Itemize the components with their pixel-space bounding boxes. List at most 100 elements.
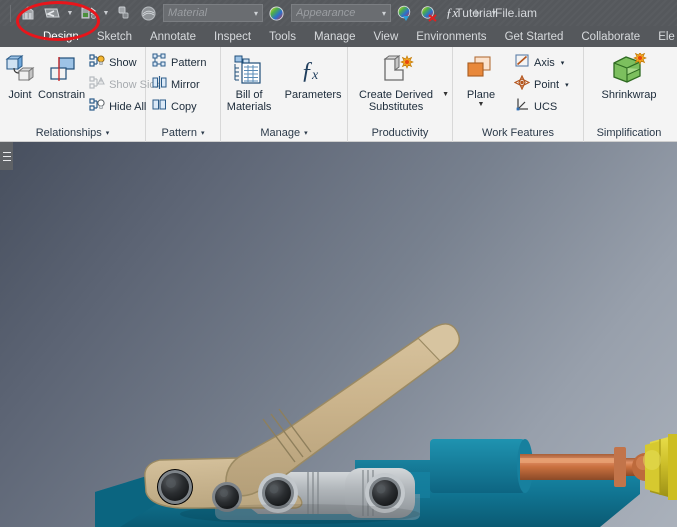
- chevron-down-icon[interactable]: ▾: [201, 129, 205, 137]
- show-label: Show: [109, 56, 137, 69]
- handle-line: [2, 159, 11, 161]
- pattern-small-commands: Pattern Mirror Copy: [149, 51, 209, 117]
- fx-parameters-icon[interactable]: ƒx: [441, 2, 463, 24]
- panel-label-text: Simplification: [596, 127, 662, 139]
- handle-line: [2, 151, 11, 153]
- chevron-down-icon[interactable]: ▾: [382, 9, 386, 18]
- tab-tools[interactable]: Tools: [260, 26, 305, 47]
- pattern-icon: [152, 53, 167, 73]
- model-browser-handle[interactable]: [0, 142, 13, 170]
- ribbon-tab-strip: Design Sketch Annotate Inspect Tools Man…: [0, 26, 677, 47]
- appearance-combo[interactable]: Appearance ▾: [291, 4, 391, 22]
- copy-button[interactable]: Copy: [149, 96, 209, 117]
- chevron-down-icon[interactable]: ▾: [304, 129, 308, 137]
- ucs-icon: [514, 97, 530, 117]
- chevron-down-icon[interactable]: ▼: [478, 101, 485, 108]
- bill-of-materials-button[interactable]: Bill of Materials: [224, 51, 274, 113]
- panel-label-productivity: Productivity: [351, 124, 449, 142]
- create-derived-substitutes-label: Create Derived Substitutes: [359, 89, 434, 113]
- tab-design[interactable]: Design: [34, 26, 88, 47]
- ribbon-panel-productivity: Create Derived Substitutes ▼ Productivit…: [348, 47, 453, 142]
- mirror-label: Mirror: [171, 78, 200, 91]
- mirror-icon: [152, 75, 167, 95]
- title-bar: ▼ ▼ Material ▾ Appearance ▾ ƒx + ▼ Tutor…: [0, 0, 677, 26]
- panel-label-text: Manage: [260, 127, 301, 139]
- appearance-dropper-icon[interactable]: [393, 2, 415, 24]
- copy-icon: [152, 97, 167, 117]
- quick-access-toolbar: ▼ ▼ Material ▾ Appearance ▾ ƒx + ▼: [0, 0, 499, 26]
- select-icon[interactable]: [113, 2, 135, 24]
- gold-knob-cap: [668, 434, 677, 500]
- tab-view[interactable]: View: [365, 26, 408, 47]
- home-icon[interactable]: [17, 2, 39, 24]
- tab-get-started[interactable]: Get Started: [496, 26, 573, 47]
- panel-label-text: Relationships: [35, 127, 102, 139]
- appearance-sphere-icon[interactable]: [265, 2, 287, 24]
- point-label: Point: [534, 78, 560, 91]
- panel-label-simplification: Simplification: [587, 124, 671, 142]
- update-icon[interactable]: [77, 2, 99, 24]
- joint-button[interactable]: Joint: [3, 51, 37, 101]
- ribbon-panel-manage: Bill of Materials ƒ x Parameters Manage …: [221, 47, 348, 142]
- fx-glyph: ƒx: [445, 5, 459, 20]
- bill-of-materials-icon: [232, 53, 266, 87]
- shrinkwrap-button[interactable]: Shrinkwrap: [589, 51, 669, 101]
- tab-collaborate[interactable]: Collaborate: [572, 26, 649, 47]
- return-dropdown-arrow[interactable]: ▼: [65, 2, 75, 24]
- handle-line: [2, 155, 11, 157]
- constrain-label: Constrain: [38, 89, 86, 101]
- qat-overflow-icon[interactable]: ▼: [489, 2, 499, 24]
- tab-environments[interactable]: Environments: [407, 26, 495, 47]
- 3d-model-viewport[interactable]: https://blog.csdn.net/Davidietop: [0, 142, 677, 527]
- ribbon: Joint Constrain Show Show Sick Hide All …: [0, 47, 677, 142]
- joint-label: Joint: [8, 89, 32, 101]
- hide-all-icon: [89, 97, 105, 117]
- panel-label-manage: Manage ▾: [224, 124, 344, 142]
- panel-label-text: Pattern: [161, 127, 197, 139]
- chevron-down-icon[interactable]: ▾: [254, 9, 258, 18]
- show-sick-icon: [89, 75, 105, 95]
- bill-of-materials-label: Bill of Materials: [226, 89, 272, 113]
- plane-button[interactable]: Plane ▼: [456, 51, 506, 108]
- show-relationship-icon: [89, 53, 105, 73]
- chevron-down-icon[interactable]: ▾: [561, 59, 565, 67]
- add-icon[interactable]: +: [465, 2, 487, 24]
- hide-all-label: Hide All: [109, 100, 147, 113]
- tab-electrical[interactable]: Ele: [649, 26, 677, 47]
- chevron-down-icon[interactable]: ▾: [565, 81, 569, 89]
- toggle-clamp-assembly: [95, 323, 677, 527]
- axis-label: Axis: [534, 56, 555, 69]
- chevron-down-icon[interactable]: ▾: [106, 129, 110, 137]
- svg-text:x: x: [311, 68, 319, 83]
- ucs-button[interactable]: UCS: [511, 96, 572, 117]
- update-dropdown-arrow[interactable]: ▼: [101, 2, 111, 24]
- work-plane-icon: [464, 53, 498, 87]
- tab-manage[interactable]: Manage: [305, 26, 365, 47]
- panel-label-relationships: Relationships ▾: [3, 124, 142, 142]
- create-derived-substitutes-button[interactable]: Create Derived Substitutes: [351, 51, 441, 113]
- material-sphere-icon[interactable]: [137, 2, 159, 24]
- ribbon-panel-relationships: Joint Constrain Show Show Sick Hide All …: [0, 47, 160, 142]
- constrain-button[interactable]: Constrain: [38, 51, 85, 101]
- copy-label: Copy: [171, 100, 197, 113]
- constrain-icon: [46, 53, 78, 87]
- work-point-icon: [513, 74, 531, 95]
- pattern-button[interactable]: Pattern: [149, 52, 209, 73]
- tab-sketch[interactable]: Sketch: [88, 26, 141, 47]
- work-axis-icon: [514, 53, 530, 73]
- clear-appearance-icon[interactable]: [417, 2, 439, 24]
- point-button[interactable]: Point ▾: [511, 74, 572, 95]
- material-combo-value: Material: [168, 7, 208, 19]
- axis-button[interactable]: Axis ▾: [511, 52, 572, 73]
- ribbon-panel-work-features: Plane ▼ Axis ▾ Point ▾ UCS Work Features: [453, 47, 584, 142]
- copper-rod: [520, 454, 620, 480]
- appearance-combo-value: Appearance: [296, 7, 356, 19]
- plus-glyph: +: [471, 4, 481, 22]
- parameters-button[interactable]: ƒ x Parameters: [282, 51, 344, 101]
- chevron-down-icon[interactable]: ▼: [442, 91, 449, 98]
- mirror-button[interactable]: Mirror: [149, 74, 209, 95]
- tab-inspect[interactable]: Inspect: [205, 26, 260, 47]
- return-icon[interactable]: [41, 2, 63, 24]
- material-combo[interactable]: Material ▾: [163, 4, 263, 22]
- tab-annotate[interactable]: Annotate: [141, 26, 205, 47]
